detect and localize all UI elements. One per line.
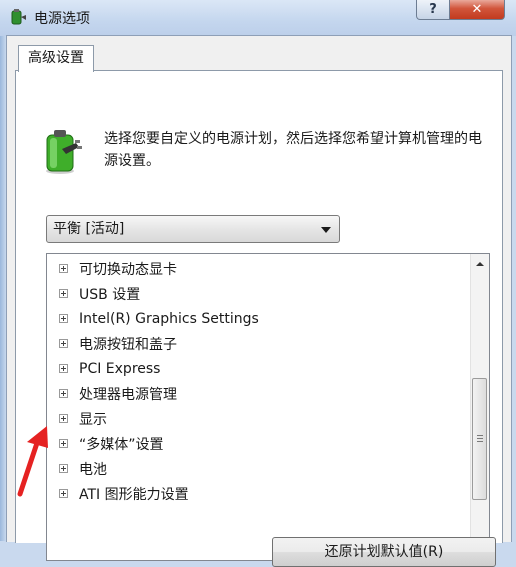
scroll-up-button[interactable] (472, 255, 488, 272)
tab-advanced-settings[interactable]: 高级设置 (18, 45, 94, 72)
tree-item-label: PCI Express (79, 360, 161, 377)
grip-line (477, 438, 483, 439)
red-arrow-icon (17, 426, 48, 497)
arrow-up-icon (476, 261, 484, 266)
tree-item-switchable-graphics[interactable]: 可切换动态显卡 (47, 256, 465, 281)
expand-plus-icon[interactable] (59, 414, 68, 423)
expand-plus-icon[interactable] (59, 289, 68, 298)
tree-item-label: USB 设置 (79, 286, 141, 303)
tree-item-intel-graphics[interactable]: Intel(R) Graphics Settings (47, 306, 465, 331)
tree-item-label: 处理器电源管理 (79, 386, 177, 403)
restore-defaults-button[interactable]: 还原计划默认值(R) (272, 537, 496, 567)
tree-item-label: 显示 (79, 411, 107, 428)
tree-item-label: 电源按钮和盖子 (79, 336, 177, 353)
close-button[interactable]: ✕ (449, 0, 505, 20)
power-battery-icon (11, 9, 26, 25)
title-bar[interactable]: 电源选项 ? ✕ (0, 0, 516, 36)
help-button[interactable]: ? (416, 0, 450, 20)
tree-item-processor-power[interactable]: 处理器电源管理 (47, 381, 465, 406)
dropdown-value: 平衡 [活动] (53, 221, 125, 237)
grip-line (477, 435, 483, 436)
tree-item-multimedia[interactable]: “多媒体”设置 (47, 431, 465, 456)
tree-item-label: 电池 (79, 461, 107, 478)
tree-item-label: 可切换动态显卡 (79, 261, 177, 278)
vertical-scrollbar[interactable] (470, 254, 489, 560)
description-text: 选择您要自定义的电源计划，然后选择您希望计算机管理的电源设置。 (104, 131, 482, 169)
tree-item-label: ATI 图形能力设置 (79, 486, 189, 503)
expand-plus-icon[interactable] (59, 389, 68, 398)
tree-item-display[interactable]: 显示 (47, 406, 465, 431)
tree-item-usb[interactable]: USB 设置 (47, 281, 465, 306)
expand-plus-icon[interactable] (59, 314, 68, 323)
tree-item-battery[interactable]: 电池 (47, 456, 465, 481)
settings-tree-list: 可切换动态显卡 USB 设置 Intel(R) Graphics Setting… (47, 256, 465, 506)
expand-plus-icon[interactable] (59, 489, 68, 498)
power-plan-dropdown[interactable]: 平衡 [活动] (46, 215, 340, 243)
scrollbar-thumb[interactable] (472, 378, 487, 500)
expand-plus-icon[interactable] (59, 439, 68, 448)
battery-plug-icon (46, 130, 82, 174)
settings-tree[interactable]: 可切换动态显卡 USB 设置 Intel(R) Graphics Setting… (46, 253, 490, 561)
tree-item-ati-graphics[interactable]: ATI 图形能力设置 (47, 481, 465, 506)
window-title: 电源选项 (34, 11, 90, 27)
expand-plus-icon[interactable] (59, 464, 68, 473)
expand-plus-icon[interactable] (59, 264, 68, 273)
expand-plus-icon[interactable] (59, 364, 68, 373)
tree-item-label: “多媒体”设置 (79, 436, 164, 453)
tab-panel: 选择您要自定义的电源计划，然后选择您希望计算机管理的电源设置。 平衡 [活动] … (15, 70, 503, 567)
dialog-body: 高级设置 选择您要自定义的电源计划，然后选择您希望计算机管理的电源设置。 平衡 … (6, 35, 512, 567)
expand-plus-icon[interactable] (59, 339, 68, 348)
tree-item-label: Intel(R) Graphics Settings (79, 310, 259, 327)
tree-item-pci-express[interactable]: PCI Express (47, 356, 465, 381)
tree-item-power-buttons[interactable]: 电源按钮和盖子 (47, 331, 465, 356)
chevron-down-icon (321, 227, 331, 233)
grip-line (477, 441, 483, 442)
close-icon: ✕ (471, 2, 483, 17)
